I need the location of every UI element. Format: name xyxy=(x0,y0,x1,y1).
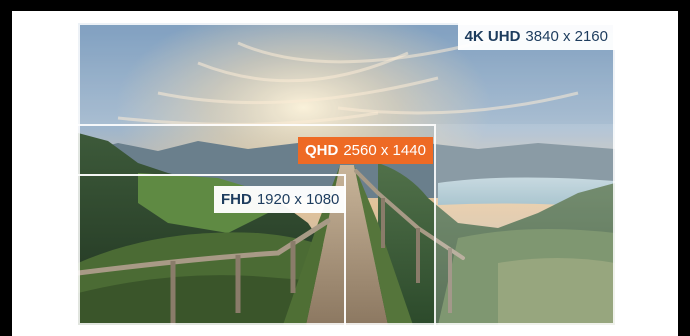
fhd-resolution: 1920 x 1080 xyxy=(256,191,340,208)
uhd-label: 4K UHD xyxy=(464,28,521,45)
qhd-label: QHD xyxy=(305,142,339,159)
uhd-resolution: 3840 x 2160 xyxy=(525,28,608,45)
fhd-badge: FHD 1920 x 1080 xyxy=(214,186,347,213)
image-frame: 4K UHD 3840 x 2160 QHD 2560 x 1440 FHD 1920… xyxy=(12,11,678,336)
fhd-label: FHD xyxy=(221,191,252,208)
uhd-badge: 4K UHD 3840 x 2160 xyxy=(457,23,615,50)
landscape-photo: 4K UHD 3840 x 2160 QHD 2560 x 1440 FHD 1920… xyxy=(78,23,615,325)
qhd-resolution: 2560 x 1440 xyxy=(343,142,426,159)
qhd-badge: QHD 2560 x 1440 xyxy=(298,137,433,164)
